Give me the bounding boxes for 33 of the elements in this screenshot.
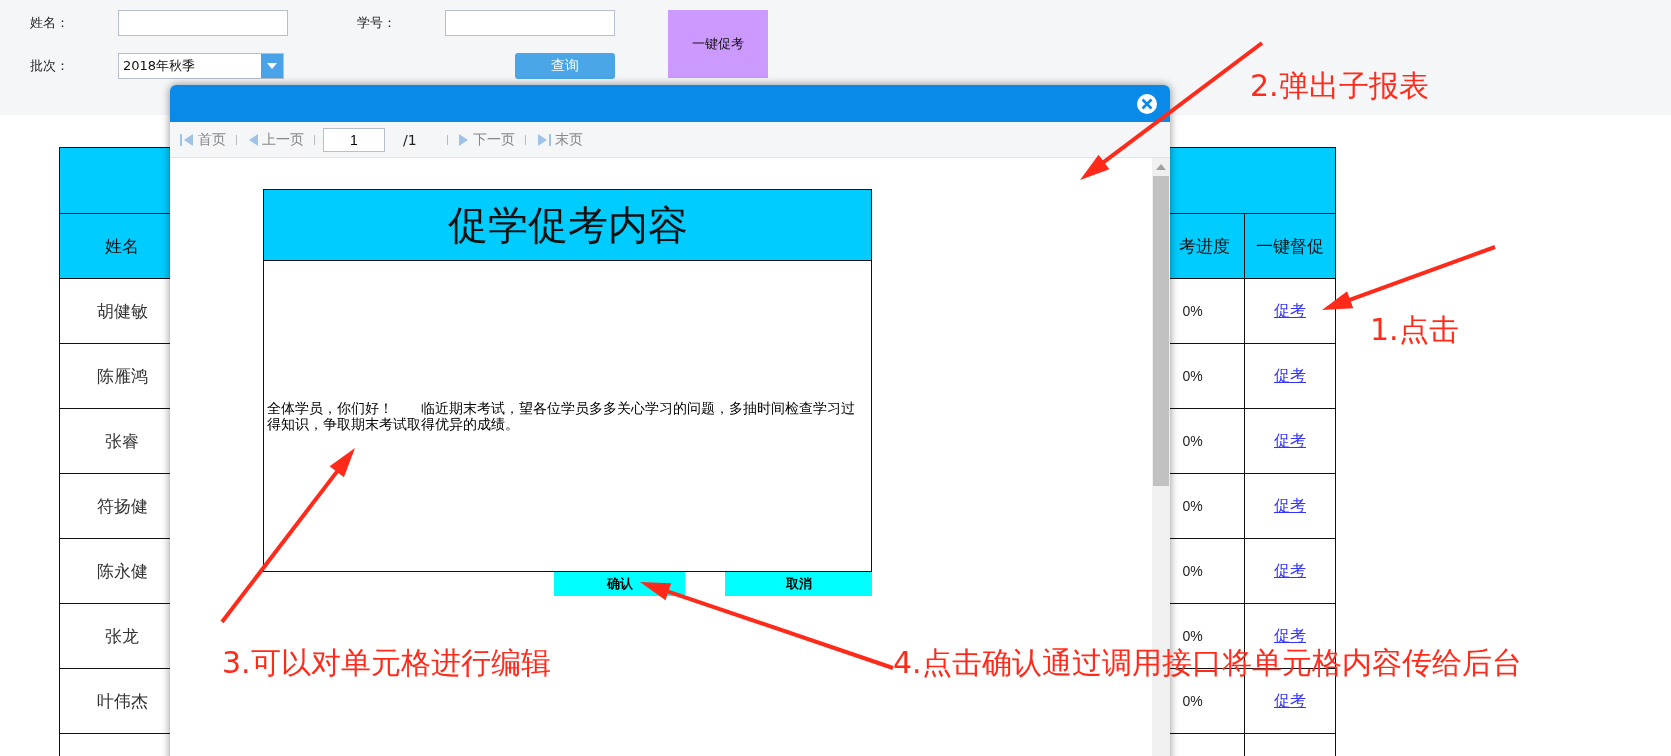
batch-dropdown[interactable]: 2018年秋季 <box>118 53 284 79</box>
promote-link[interactable]: 促考 <box>1274 625 1306 647</box>
page-total: /1 <box>403 131 417 148</box>
cancel-button[interactable]: 取消 <box>725 572 872 596</box>
confirm-button[interactable]: 确认 <box>554 572 685 596</box>
name-input-field[interactable] <box>118 10 288 36</box>
last-page-icon <box>535 131 552 148</box>
student-id-label: 学号： <box>357 14 397 32</box>
first-page-icon <box>179 131 195 148</box>
table-header-cell: 一键督促 <box>1244 213 1336 279</box>
scroll-up-icon[interactable] <box>1156 164 1166 170</box>
close-icon[interactable] <box>1136 92 1158 115</box>
student-id-input-field[interactable] <box>445 10 615 36</box>
promote-all-button[interactable]: 一键促考 <box>668 10 768 78</box>
report-title: 促学促考内容 <box>264 190 871 261</box>
previous-page-icon <box>247 131 259 148</box>
promote-link[interactable]: 促考 <box>1274 495 1306 517</box>
name-label: 姓名： <box>30 14 70 32</box>
dropdown-caret-icon <box>266 62 278 70</box>
scrollbar-thumb[interactable] <box>1153 176 1169 486</box>
next-page-icon <box>457 131 470 148</box>
notice-text: 全体学员，你们好！ 临近期末考试，望各位学员多多关心学习的问题，多抽时间检查学习过得知识，争取期末考试取得优异的成绩。 <box>267 400 856 432</box>
promote-link[interactable]: 促考 <box>1274 430 1306 452</box>
promote-link[interactable]: 促考 <box>1274 690 1306 712</box>
editable-content-cell[interactable]: 全体学员，你们好！ 临近期末考试，望各位学员多多关心学习的问题，多抽时间检查学习过得知识，争取期末考试取得优异的成绩。 <box>264 261 871 571</box>
annotation-text: 1.点击 <box>1370 312 1459 348</box>
annotation-text: 2.弹出子报表 <box>1250 68 1429 104</box>
promote-link[interactable]: 促考 <box>1274 365 1306 387</box>
batch-label: 批次： <box>30 57 70 75</box>
page-number-field[interactable]: 1 <box>323 127 385 152</box>
annotation-text: 3.可以对单元格进行编辑 <box>222 645 551 681</box>
promote-link[interactable]: 促考 <box>1274 560 1306 582</box>
promote-link[interactable]: 促考 <box>1274 300 1306 322</box>
